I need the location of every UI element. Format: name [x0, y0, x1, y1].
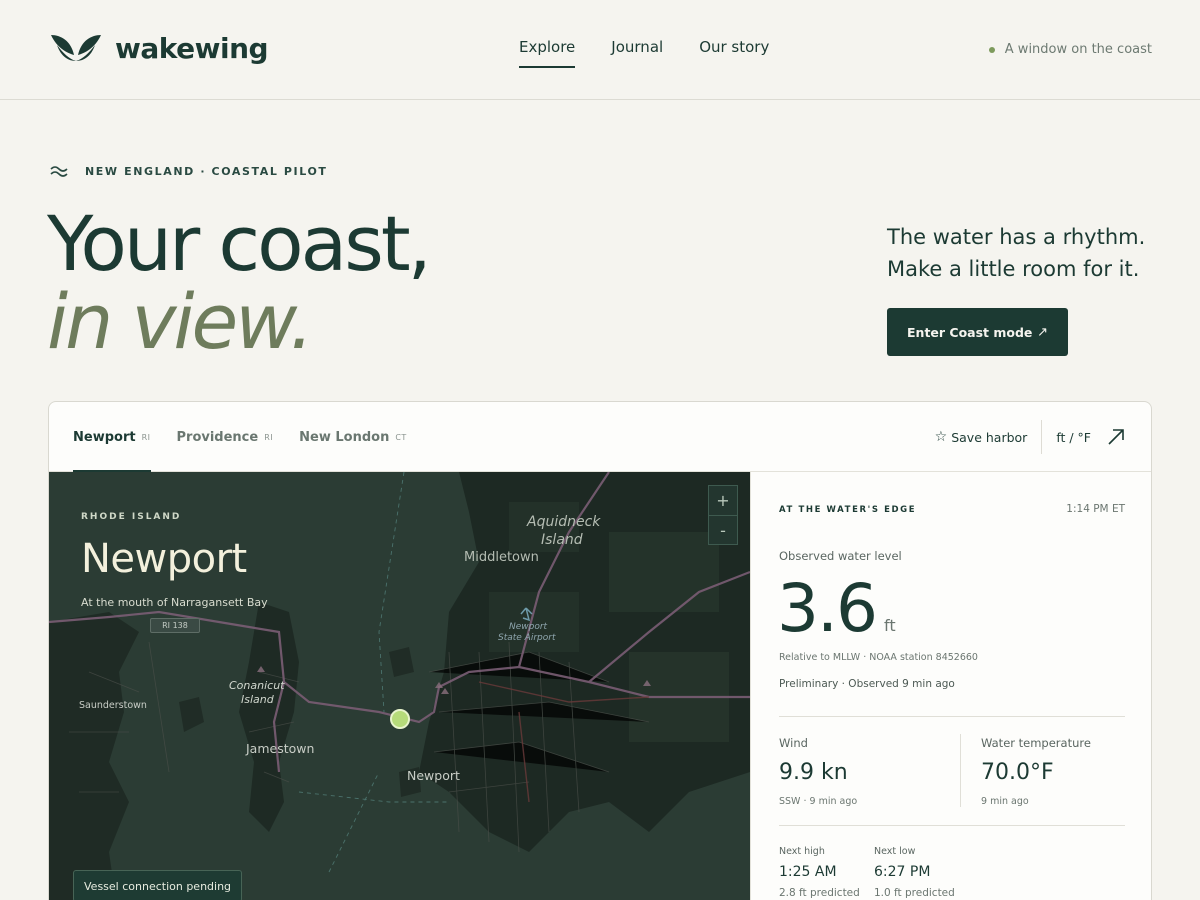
- divider: [1041, 420, 1043, 454]
- nav-journal[interactable]: Journal: [611, 38, 663, 66]
- observation-status: Preliminary · Observed 9 min ago: [779, 678, 955, 690]
- card-actions: ☆ Save harbor ft / °F: [935, 402, 1127, 472]
- map-city-title: Newport: [81, 536, 247, 582]
- map-label-aquidneck: Aquidneck: [527, 514, 601, 530]
- divider: [779, 825, 1125, 826]
- zoom-in-button[interactable]: +: [709, 486, 737, 515]
- map-label-conanicut: Conanicut: [229, 679, 285, 692]
- map-label-newport: Newport: [407, 768, 460, 783]
- brand-name: wakewing: [115, 31, 269, 65]
- water-temp-value: 70.0°F: [981, 760, 1054, 785]
- map-description: At the mouth of Narragansett Bay: [81, 596, 268, 609]
- water-level-unit: ft: [883, 616, 896, 635]
- map-label-middletown: Middletown: [464, 550, 539, 565]
- star-icon: ☆: [934, 429, 948, 445]
- tab-providence[interactable]: Providence RI: [177, 402, 274, 472]
- water-level-value: 3.6: [777, 570, 878, 647]
- units-toggle[interactable]: ft / °F: [1056, 430, 1091, 445]
- harbor-map[interactable]: Aquidneck Island Middletown Newport Stat…: [49, 472, 750, 900]
- brand-logo-link[interactable]: wakewing: [49, 31, 269, 65]
- next-low-label: Next low: [874, 846, 916, 857]
- divider: [779, 716, 1125, 717]
- expand-arrow-icon[interactable]: [1105, 426, 1127, 448]
- hero-title-line2: in view.: [47, 277, 314, 366]
- tab-state: RI: [141, 432, 151, 442]
- nav-our-story[interactable]: Our story: [699, 38, 769, 66]
- main-nav: Explore Journal Our story: [519, 38, 769, 68]
- cta-label: Enter Coast mode: [907, 324, 1033, 340]
- card-toolbar: Newport RI Providence RI New London CT ☆…: [49, 402, 1151, 472]
- harbor-card: Newport RI Providence RI New London CT ☆…: [48, 401, 1152, 900]
- map-label-aquidneck-island: Island: [541, 532, 583, 548]
- arrow-up-right-icon: ↗: [1037, 324, 1048, 340]
- harbor-tabs: Newport RI Providence RI New London CT: [73, 402, 407, 472]
- hero-title-line1: Your coast,: [47, 199, 432, 288]
- next-high-label: Next high: [779, 846, 825, 857]
- hero-subtitle-line2: Make a little room for it.: [887, 257, 1140, 281]
- panel-eyebrow: AT THE WATER'S EDGE: [779, 505, 917, 515]
- zoom-out-button[interactable]: -: [709, 515, 737, 544]
- save-harbor-button[interactable]: ☆ Save harbor: [935, 429, 1028, 445]
- tagline-text: A window on the coast: [1004, 42, 1152, 57]
- status-dot-icon: [988, 46, 995, 53]
- map-label-state-airport: State Airport: [498, 633, 556, 643]
- wind-sub: SSW · 9 min ago: [779, 796, 858, 807]
- map-label-jamestown: Jamestown: [246, 741, 315, 756]
- water-temp-sub: 9 min ago: [981, 796, 1029, 807]
- waves-icon: [50, 166, 68, 177]
- save-harbor-label: Save harbor: [951, 429, 1028, 445]
- header-tagline: A window on the coast: [988, 42, 1152, 57]
- water-level-readout: 3.6 ft: [777, 570, 896, 647]
- site-header: wakewing Explore Journal Our story A win…: [0, 0, 1200, 100]
- station-marker[interactable]: [390, 709, 410, 729]
- nav-explore[interactable]: Explore: [519, 38, 576, 68]
- tab-state: RI: [264, 432, 274, 442]
- tab-new-london[interactable]: New London CT: [299, 402, 407, 472]
- hero-subtitle: The water has a rhythm. Make a little ro…: [887, 221, 1167, 285]
- wind-value: 9.9 kn: [779, 760, 848, 785]
- datum-note: Relative to MLLW · NOAA station 8452660: [779, 652, 978, 663]
- wing-logo-icon: [51, 35, 101, 61]
- next-low-value: 6:27 PM: [874, 864, 931, 880]
- conditions-panel: AT THE WATER'S EDGE 1:14 PM ET Observed …: [750, 472, 1151, 900]
- enter-coast-mode-button[interactable]: Enter Coast mode ↗: [887, 308, 1068, 356]
- panel-time: 1:14 PM ET: [1066, 503, 1125, 515]
- next-low-sub: 1.0 ft predicted: [874, 887, 955, 899]
- tab-state: CT: [395, 432, 407, 442]
- map-label-conanicut-island: Island: [241, 693, 274, 706]
- tab-label: Newport: [73, 429, 136, 445]
- vessel-status-badge: Vessel connection pending: [73, 870, 243, 900]
- road-badge: RI 138: [150, 618, 200, 633]
- hero-eyebrow: NEW ENGLAND · COASTAL PILOT: [49, 163, 328, 179]
- tab-label: Providence: [176, 429, 259, 445]
- zoom-controls: + -: [708, 485, 738, 545]
- tab-newport[interactable]: Newport RI: [73, 402, 151, 472]
- hero-title: Your coast, in view.: [47, 205, 432, 366]
- tab-label: New London: [299, 429, 390, 445]
- hero-subtitle-line1: The water has a rhythm.: [887, 225, 1146, 249]
- divider: [960, 734, 961, 807]
- observed-level-label: Observed water level: [779, 549, 902, 563]
- wind-label: Wind: [779, 736, 808, 750]
- next-high-sub: 2.8 ft predicted: [779, 887, 860, 899]
- map-region: RHODE ISLAND: [81, 512, 182, 522]
- map-label-saunderstown: Saunderstown: [79, 700, 147, 711]
- next-high-value: 1:25 AM: [779, 864, 837, 880]
- map-label-airport: Newport: [509, 622, 548, 632]
- water-temp-label: Water temperature: [981, 736, 1091, 750]
- hero-eyebrow-text: NEW ENGLAND · COASTAL PILOT: [85, 164, 328, 178]
